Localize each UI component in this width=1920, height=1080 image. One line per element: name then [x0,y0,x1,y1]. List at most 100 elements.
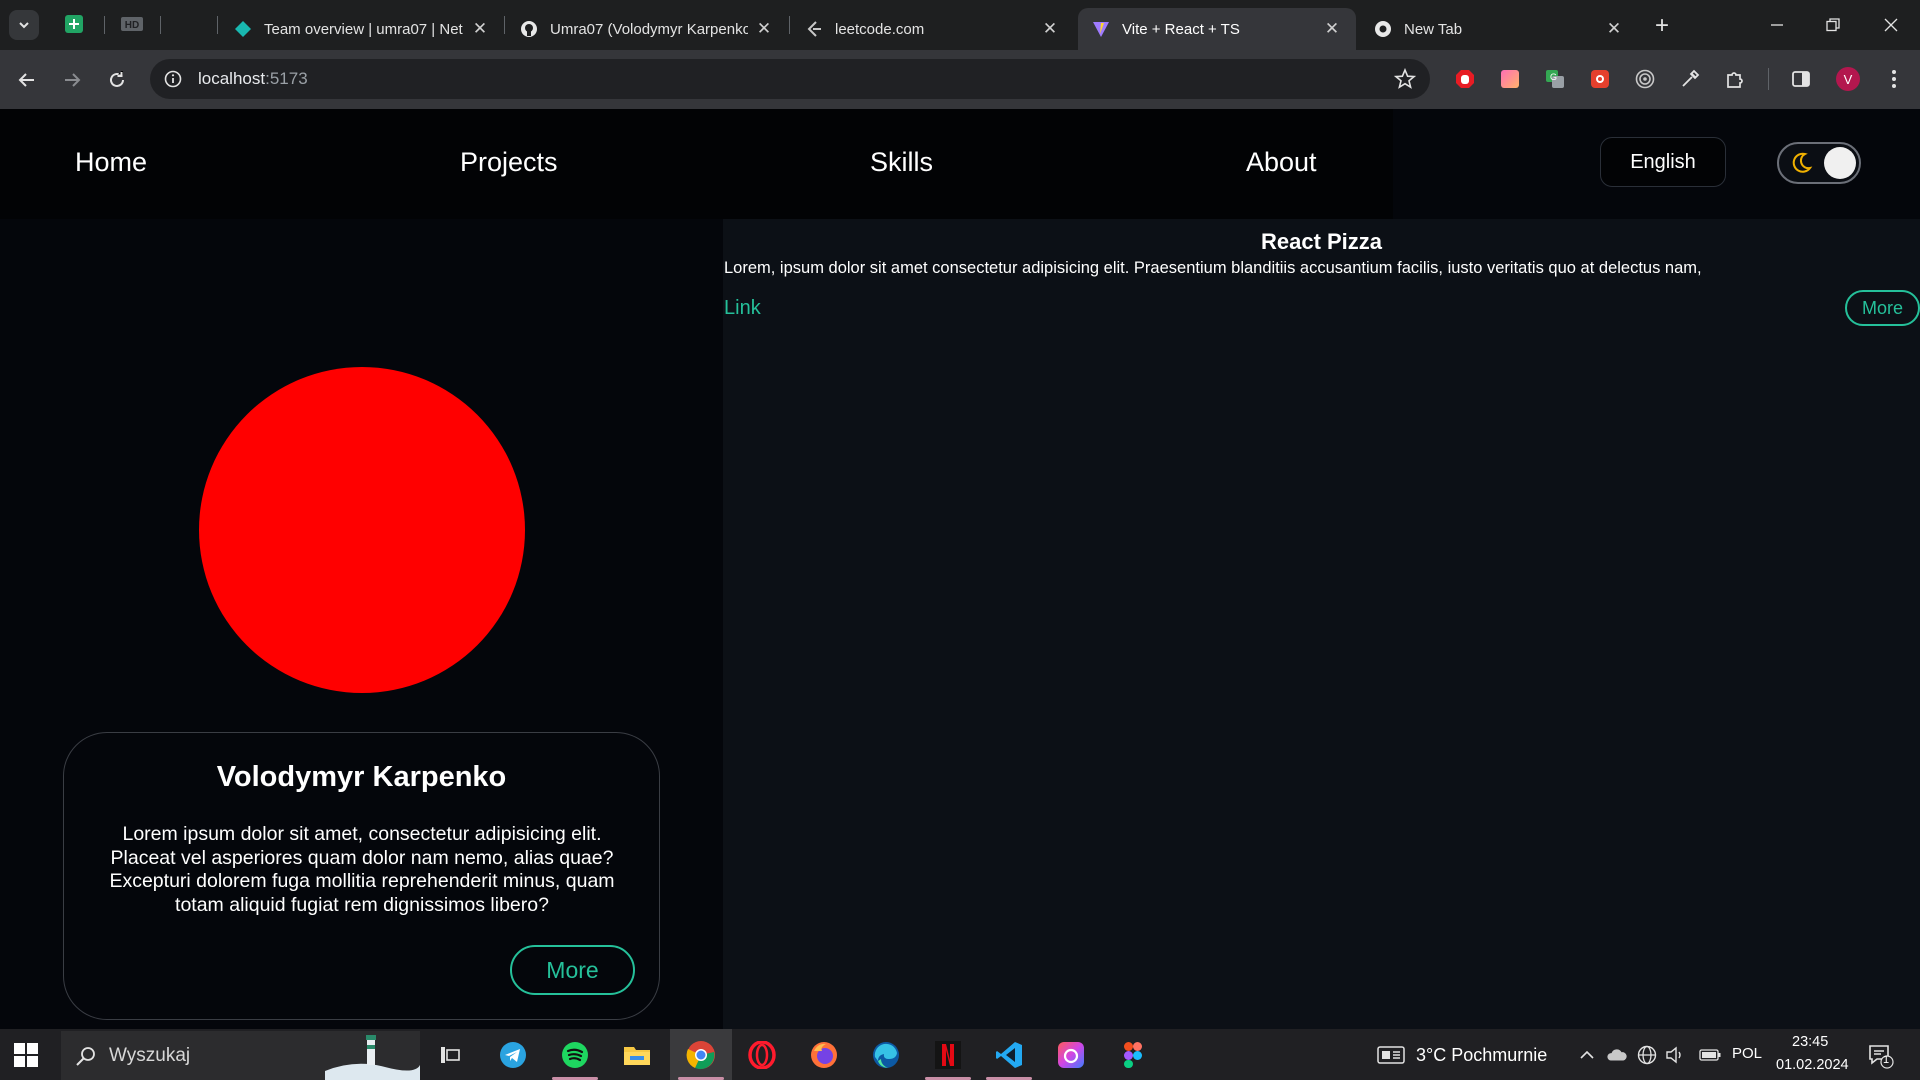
creative-cloud-icon[interactable] [1055,1039,1087,1071]
spotify-icon[interactable] [559,1039,591,1071]
globe-network-icon[interactable] [1637,1045,1657,1065]
chevron-down-icon [19,22,29,29]
minimize-icon [1771,24,1783,26]
figma-icon[interactable] [1117,1039,1149,1071]
tab-divider [789,16,790,34]
svg-text:HD: HD [125,20,139,31]
close-icon[interactable]: ✕ [1604,19,1624,39]
vscode-icon[interactable] [993,1039,1025,1071]
browser-tab[interactable]: New Tab ✕ [1360,8,1638,50]
bookmark-star-icon[interactable] [1394,68,1416,90]
nav-skills-link[interactable]: Skills [870,147,933,178]
site-info-icon[interactable] [162,68,184,90]
browser-tab[interactable]: Team overview | umra07 | Net ✕ [220,8,504,50]
edge-icon[interactable] [870,1039,902,1071]
restore-button[interactable] [1813,10,1853,40]
web-page: Home Projects Skills About English Volod… [0,109,1920,1029]
language-select-button[interactable]: English [1600,137,1726,187]
close-icon[interactable]: ✕ [470,19,490,39]
pinned-tab-sheets[interactable] [62,12,86,36]
url-text: localhost:5173 [198,69,308,89]
address-bar[interactable]: localhost:5173 [150,59,1430,99]
search-icon [76,1046,95,1066]
back-button[interactable] [11,64,43,96]
chevron-up-icon[interactable] [1577,1045,1597,1065]
projects-panel: React Pizza Lorem, ipsum dolor sit amet … [723,219,1920,1029]
telegram-icon[interactable] [497,1039,529,1071]
close-icon[interactable]: ✕ [1040,19,1060,39]
tab-divider [160,16,161,34]
start-button[interactable] [12,1041,40,1069]
speaker-icon[interactable] [1665,1045,1685,1065]
project-more-button[interactable]: More [1845,290,1920,326]
paint-extension-icon[interactable] [1589,68,1611,90]
tab-search-button[interactable] [9,10,39,40]
vite-icon [1092,20,1110,38]
file-explorer-icon[interactable] [621,1039,653,1071]
notification-center-icon[interactable] [1868,1043,1894,1069]
profile-section: Volodymyr Karpenko Lorem ipsum dolor sit… [0,219,723,1029]
sheets-icon [65,15,83,33]
new-tab-button[interactable]: + [1648,12,1676,40]
opera-icon[interactable] [746,1039,778,1071]
close-icon[interactable]: ✕ [1322,19,1342,39]
browser-tab[interactable]: leetcode.com ✕ [791,8,1074,50]
tab-title: Umra07 (Volodymyr Karpenko [550,20,748,38]
onedrive-cloud-icon[interactable] [1607,1045,1627,1065]
url-port: :5173 [265,69,308,88]
clock-time[interactable]: 23:45 [1792,1034,1828,1050]
nav-about-link[interactable]: About [1246,147,1317,178]
leetcode-icon [805,20,823,38]
adblock-extension-icon[interactable] [1454,68,1476,90]
toggle-knob [1824,147,1856,179]
search-placeholder: Wyszukaj [109,1044,191,1066]
input-language[interactable]: POL [1732,1045,1762,1062]
nav-home-link[interactable]: Home [75,147,147,178]
reload-icon [110,71,124,87]
puzzle-extensions-icon[interactable] [1724,68,1746,90]
profile-name: Volodymyr Karpenko [216,761,507,793]
translate-extension-icon[interactable]: G [1544,68,1566,90]
profile-bio: Lorem ipsum dolor sit amet, consectetur … [109,823,615,916]
browser-tab-active[interactable]: Vite + React + TS ✕ [1078,8,1356,50]
browser-tab[interactable]: Umra07 (Volodymyr Karpenko ✕ [506,8,788,50]
battery-icon[interactable] [1699,1045,1721,1065]
side-panel-icon[interactable] [1790,68,1812,90]
gradient-extension-icon[interactable] [1499,68,1521,90]
close-window-button[interactable] [1871,10,1911,40]
minimize-button[interactable] [1757,10,1797,40]
lighthouse-illustration-icon [325,1031,420,1080]
restore-icon [1826,18,1840,32]
taskbar-search-box[interactable]: Wyszukaj [61,1031,420,1080]
firefox-icon[interactable] [808,1039,840,1071]
hd-icon: HD [121,17,143,31]
nav-projects-link[interactable]: Projects [460,147,558,178]
theme-toggle[interactable] [1777,142,1861,184]
weather-icon[interactable] [1377,1045,1405,1065]
project-link[interactable]: Link [724,297,761,320]
chrome-taskbar-icon[interactable] [685,1039,717,1071]
task-view-icon[interactable] [434,1039,466,1071]
project-title: React Pizza [1260,229,1383,254]
close-icon[interactable]: ✕ [754,19,774,39]
url-host: localhost [198,69,266,88]
windows-taskbar: Wyszukaj 3°C Pochmurnie POL 23:45 01.02.… [0,1029,1920,1080]
project-description: Lorem, ipsum dolor sit amet consectetur … [724,259,1702,277]
tab-divider [104,16,105,34]
clock-date[interactable]: 01.02.2024 [1776,1057,1849,1073]
pinned-tab-hd[interactable]: HD [120,12,144,36]
profile-avatar[interactable]: V [1836,67,1860,91]
tab-title: New Tab [1404,20,1463,38]
kebab-menu-icon[interactable] [1883,68,1905,90]
weather-text[interactable]: 3°C Pochmurnie [1416,1045,1547,1066]
eyedropper-extension-icon[interactable] [1679,68,1701,90]
profile-card: Volodymyr Karpenko Lorem ipsum dolor sit… [63,732,660,1020]
tab-divider [217,16,218,34]
reload-button[interactable] [101,64,133,96]
forward-button[interactable] [56,64,88,96]
netflix-icon[interactable] [932,1039,964,1071]
chrome-icon [1374,20,1392,38]
target-extension-icon[interactable] [1634,68,1656,90]
close-icon [1884,18,1898,32]
profile-more-button[interactable]: More [510,945,635,995]
